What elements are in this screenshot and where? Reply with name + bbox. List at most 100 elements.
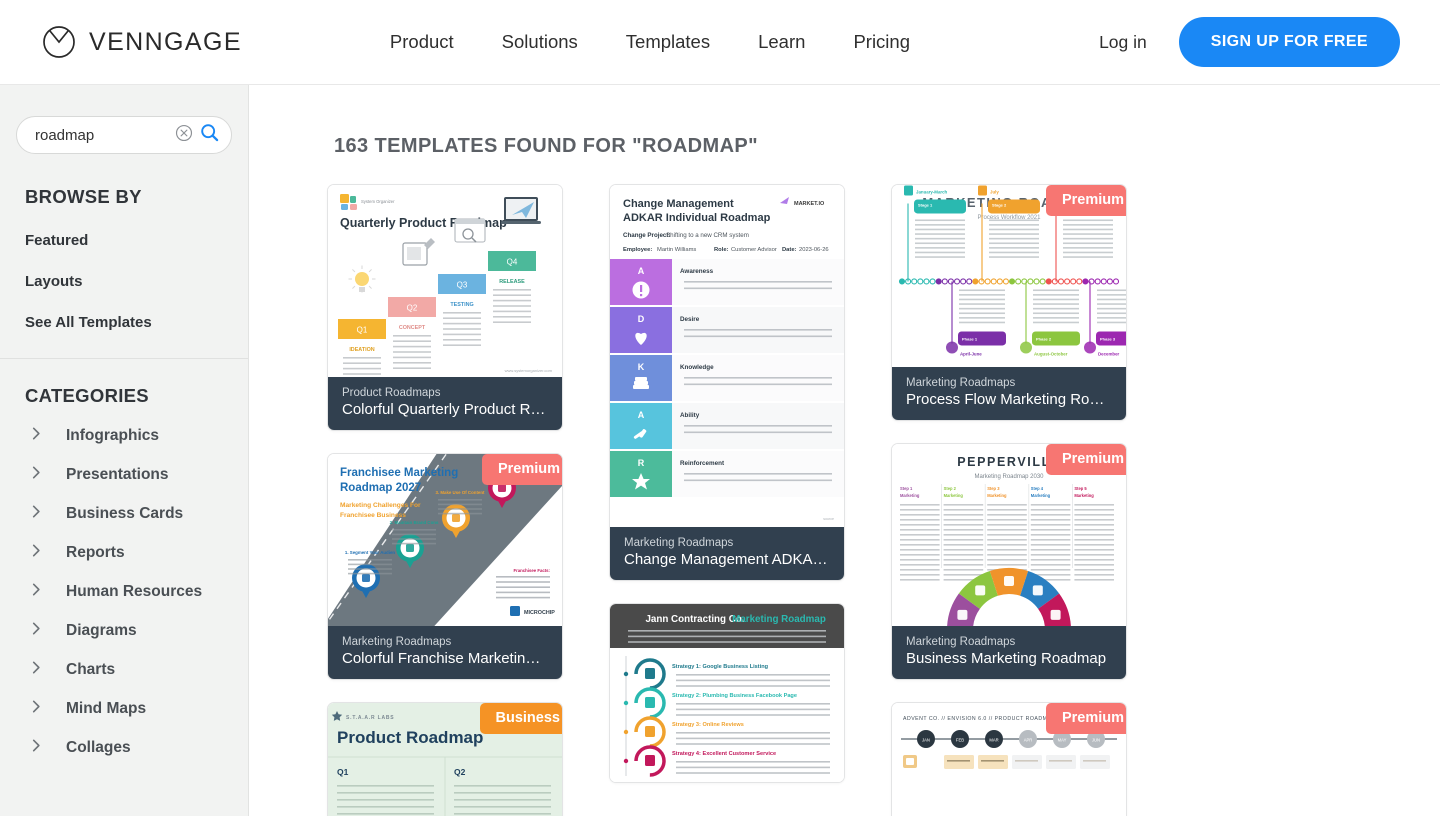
main-nav: Product Solutions Templates Learn Pricin… [390,31,910,53]
svg-text:Jann Contracting Co.: Jann Contracting Co. [645,614,744,625]
chevron-right-icon [30,543,43,563]
template-card[interactable]: System Organizer Quarterly Product Roadma… [327,184,563,431]
template-title: Colorful Quarterly Product Roadmap [342,401,548,418]
template-thumbnail[interactable]: PEPPERVILLE Marketing Roadmap 2030 Step 1M… [892,444,1126,626]
svg-text:TESTING: TESTING [450,302,473,308]
svg-text:A: A [638,266,645,276]
template-title: Process Flow Marketing Roadmap [906,391,1112,408]
premium-badge: Premium [1045,444,1126,475]
sidebar-category-diagrams[interactable]: Diagrams [30,621,248,641]
template-column: MARKETING ROADMAPProcess Workflow 2021St… [868,184,1150,816]
sidebar-item-featured[interactable]: Featured [25,232,248,249]
template-category: Marketing Roadmaps [342,636,452,648]
category-label: Charts [66,661,116,678]
svg-text:ADVENT CO. // ENVISION 6.0: ADVENT CO. // ENVISION 6.0 // PRODUCT RO… [903,716,1055,722]
svg-text:System Organizer: System Organizer [361,199,395,204]
clear-circle-icon[interactable] [175,124,193,147]
template-thumbnail[interactable]: ADVENT CO. // ENVISION 6.0 // PRODUCT RO… [892,703,1126,816]
sidebar-category-business-cards[interactable]: Business Cards [30,504,248,524]
template-title: Change Management ADKAR Individ... [624,551,830,568]
template-card[interactable]: Franchisee Marketing Roadmap 2027 Marketin… [327,453,563,680]
category-label: Diagrams [66,622,137,639]
signup-button[interactable]: SIGN UP FOR FREE [1178,17,1400,67]
template-card-footer: Marketing Roadmaps Business Marketing Roa… [892,626,1126,679]
template-thumbnail[interactable]: MARKETING ROADMAPProcess Workflow 2021St… [892,185,1126,367]
template-thumbnail[interactable]: S.T.A.A.R LABS Product Roadmap Q1 Q2 Busines… [328,703,562,816]
template-card[interactable]: Jann Contracting Co. Marketing Roadmap Str… [609,603,845,783]
svg-text:Q3: Q3 [457,281,468,290]
sidebar-category-charts[interactable]: Charts [30,660,248,680]
svg-text:Marketing Challenges For: Marketing Challenges For [340,502,421,509]
svg-text:Knowledge: Knowledge [680,364,714,371]
template-card[interactable]: Change Management ADKAR Individual Roadma… [609,184,845,581]
nav-item-templates[interactable]: Templates [626,31,710,53]
sidebar-category-reports[interactable]: Reports [30,543,248,563]
svg-text:FEB: FEB [956,738,964,743]
template-card[interactable]: MARKETING ROADMAPProcess Workflow 2021St… [891,184,1127,421]
sidebar-item-layouts[interactable]: Layouts [25,273,248,290]
magnifier-icon[interactable] [193,123,219,147]
sidebar-category-collages[interactable]: Collages [30,738,248,758]
svg-text:Q2: Q2 [407,304,418,313]
sidebar-item-see-all[interactable]: See All Templates [25,314,248,331]
nav-item-solutions[interactable]: Solutions [502,31,578,53]
svg-text:S.T.A.A.R LABS: S.T.A.A.R LABS [346,715,394,721]
svg-text:Stage 1: Stage 1 [918,202,933,207]
svg-text:Marketing: Marketing [1031,493,1051,498]
svg-text:Product Roadmap: Product Roadmap [337,728,483,747]
svg-text:Stage 2: Stage 2 [992,202,1007,207]
nav-item-learn[interactable]: Learn [758,31,805,53]
template-thumbnail[interactable]: Jann Contracting Co. Marketing Roadmap Str… [610,604,844,782]
nav-item-product[interactable]: Product [390,31,454,53]
template-card[interactable]: PEPPERVILLE Marketing Roadmap 2030 Step 1M… [891,443,1127,680]
search-box[interactable] [16,116,232,154]
svg-text:Date:: Date: [782,247,797,253]
svg-text:Marketing: Marketing [987,493,1007,498]
category-label: Collages [66,739,131,756]
svg-text:K: K [638,362,645,372]
svg-text:August-October: August-October [1034,351,1068,356]
template-category: Product Roadmaps [342,387,441,399]
svg-text:Change Project:: Change Project: [623,232,670,239]
svg-text:Shifting to a new CRM system: Shifting to a new CRM system [666,232,749,239]
search-input[interactable] [35,126,175,144]
svg-text:Strategy 4: Excellent Customer: Strategy 4: Excellent Customer Service [672,751,776,757]
svg-text:Change Management: Change Management [623,198,734,210]
template-title: Business Marketing Roadmap [906,650,1107,667]
login-link[interactable]: Log in [1099,32,1147,53]
template-thumbnail[interactable]: Franchisee Marketing Roadmap 2027 Marketin… [328,454,562,626]
logo-text: VENNGAGE [89,27,242,56]
svg-text:2. Maintain Brand Cons: 2. Maintain Brand Cons [390,520,439,525]
template-card-footer: Product Roadmaps Colorful Quarterly Produ… [328,377,562,430]
template-card[interactable]: S.T.A.A.R LABS Product Roadmap Q1 Q2 Busines… [327,702,563,816]
chevron-right-icon [30,426,43,446]
nav-item-pricing[interactable]: Pricing [853,31,910,53]
svg-text:RELEASE: RELEASE [499,279,525,285]
sidebar-category-human-resources[interactable]: Human Resources [30,582,248,602]
template-category: Marketing Roadmaps [906,377,1016,389]
svg-text:ADKAR Individual Roadmap: ADKAR Individual Roadmap [623,212,771,224]
template-card[interactable]: ADVENT CO. // ENVISION 6.0 // PRODUCT RO… [891,702,1127,816]
svg-text:R: R [638,458,645,468]
svg-text:January-March: January-March [916,189,948,194]
template-category: Marketing Roadmaps [906,636,1016,648]
svg-text:Step 5: Step 5 [1074,486,1087,491]
svg-text:April-June: April-June [960,351,982,356]
svg-text:Marketing: Marketing [900,493,920,498]
sidebar-category-presentations[interactable]: Presentations [30,465,248,485]
logo[interactable]: VENNGAGE [42,25,242,59]
chevron-right-icon [30,621,43,641]
svg-text:Marketing Roadmap: Marketing Roadmap [732,614,826,625]
svg-text:December: December [1098,351,1120,356]
category-label: Infographics [66,427,160,444]
svg-text:July: July [990,189,999,194]
sidebar-category-infographics[interactable]: Infographics [30,426,248,446]
template-thumbnail[interactable]: System Organizer Quarterly Product Roadma… [328,185,562,377]
sidebar-category-mind-maps[interactable]: Mind Maps [30,699,248,719]
svg-text:Marketing Roadmap 2030: Marketing Roadmap 2030 [974,474,1044,480]
svg-text:Franchisee Facts:: Franchisee Facts: [513,568,550,573]
categories-heading: CATEGORIES [25,385,149,406]
svg-text:Franchisee Business: Franchisee Business [340,512,406,519]
template-thumbnail[interactable]: Change Management ADKAR Individual Roadma… [610,185,844,527]
svg-text:Marketing: Marketing [1074,493,1094,498]
